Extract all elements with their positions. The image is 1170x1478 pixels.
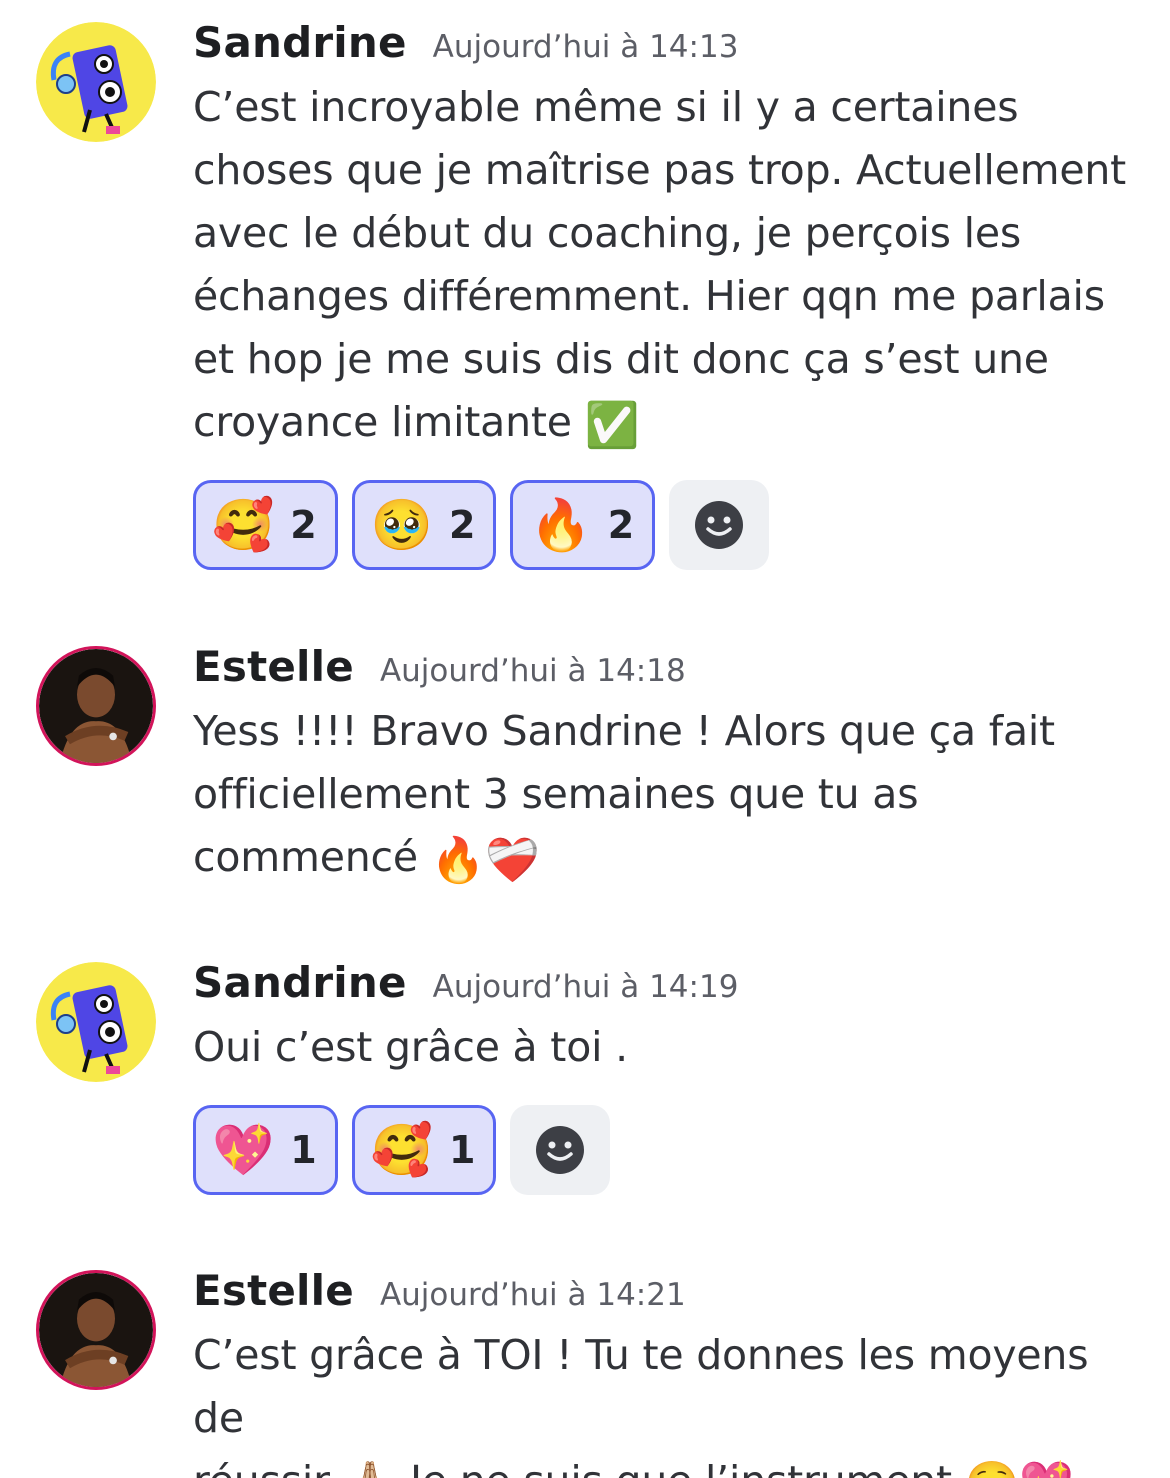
message-content: Estelle Aujourd’hui à 14:18 Yess !!!! Br… (193, 642, 1143, 889)
sparkling-heart-icon: 💖 (212, 1121, 275, 1179)
woman-photo-avatar-icon (39, 1273, 153, 1387)
reaction-count: 2 (607, 503, 635, 547)
reaction-smiling-hearts[interactable]: 🥰 1 (351, 1105, 497, 1195)
add-reaction-button[interactable] (510, 1105, 611, 1195)
smiling-face-hearts-icon: 🥰 (370, 1121, 433, 1179)
fire-icon: 🔥 (529, 496, 592, 554)
smiley-add-reaction-icon (536, 1126, 585, 1174)
reaction-sparkling-heart[interactable]: 💖 1 (193, 1105, 338, 1195)
message-header: Estelle Aujourd’hui à 14:21 (193, 1266, 1143, 1322)
avatar-sandrine[interactable] (36, 22, 156, 142)
smiling-face-hearts-icon: 🥰 (212, 496, 275, 554)
reaction-count: 2 (448, 503, 476, 547)
message-feed: Sandrine Aujourd’hui à 14:13 C’est incro… (0, 0, 1170, 1478)
reaction-holding-tears[interactable]: 🥹 2 (351, 480, 497, 570)
speaker-mascot-avatar-icon (36, 22, 156, 142)
reaction-count: 1 (448, 1128, 476, 1172)
smiling-sparkling-heart-emoji: ☺️💖 (965, 1459, 1074, 1478)
folded-hands-emoji: 🙏🏼 (343, 1459, 398, 1478)
message-timestamp: Aujourd’hui à 14:13 (432, 29, 739, 65)
message-text-body: Oui c’est grâce à toi . (193, 1023, 628, 1071)
message-text: C’est incroyable même si il y a certaine… (193, 76, 1143, 454)
holding-back-tears-icon: 🥹 (370, 496, 433, 554)
reaction-fire[interactable]: 🔥 2 (510, 480, 656, 570)
author-name[interactable]: Estelle (193, 642, 354, 691)
message-content: Sandrine Aujourd’hui à 14:19 Oui c’est g… (193, 958, 1143, 1195)
message-text: C’est grâce à TOI ! Tu te donnes les moy… (193, 1324, 1143, 1478)
speaker-mascot-avatar-icon (36, 962, 156, 1082)
reaction-bar: 🥰 2 🥹 2 🔥 2 (193, 480, 1143, 570)
author-name[interactable]: Estelle (193, 1266, 354, 1315)
message-header: Sandrine Aujourd’hui à 14:13 (193, 18, 1143, 74)
message-text-body: C’est grâce à TOI ! Tu te donnes les moy… (193, 1331, 1089, 1478)
message-text: Yess !!!! Bravo Sandrine ! Alors que ça … (193, 700, 1143, 889)
reaction-bar: 💖 1 🥰 1 (193, 1105, 1143, 1195)
author-name[interactable]: Sandrine (193, 18, 407, 67)
woman-photo-avatar-icon (39, 649, 153, 763)
message-text: Oui c’est grâce à toi . (193, 1016, 1143, 1079)
message-header: Estelle Aujourd’hui à 14:18 (193, 642, 1143, 698)
add-reaction-button[interactable] (669, 480, 770, 570)
fire-mending-heart-emoji: 🔥❤️‍🩹 (430, 835, 540, 886)
reaction-count: 1 (290, 1128, 317, 1172)
message-timestamp: Aujourd’hui à 14:19 (432, 969, 739, 1005)
avatar-estelle[interactable] (36, 1270, 156, 1390)
message-text-tail: Je ne suis que l’instrument (397, 1457, 965, 1478)
avatar-sandrine[interactable] (36, 962, 156, 1082)
author-name[interactable]: Sandrine (193, 958, 407, 1007)
message-header: Sandrine Aujourd’hui à 14:19 (193, 958, 1143, 1014)
message-timestamp: Aujourd’hui à 14:18 (379, 653, 686, 689)
avatar-estelle[interactable] (36, 646, 156, 766)
message-content: Sandrine Aujourd’hui à 14:13 C’est incro… (193, 18, 1143, 570)
reaction-smiling-hearts[interactable]: 🥰 2 (193, 480, 338, 570)
check-mark-emoji: ✅ (584, 400, 640, 451)
message-content: Estelle Aujourd’hui à 14:21 C’est grâce … (193, 1266, 1143, 1478)
message-timestamp: Aujourd’hui à 14:21 (379, 1277, 686, 1313)
reaction-count: 2 (290, 503, 317, 547)
message-text-body: Yess !!!! Bravo Sandrine ! Alors que ça … (193, 707, 1055, 881)
smiley-add-reaction-icon (695, 501, 744, 549)
message-text-body: C’est incroyable même si il y a certaine… (193, 83, 1127, 446)
